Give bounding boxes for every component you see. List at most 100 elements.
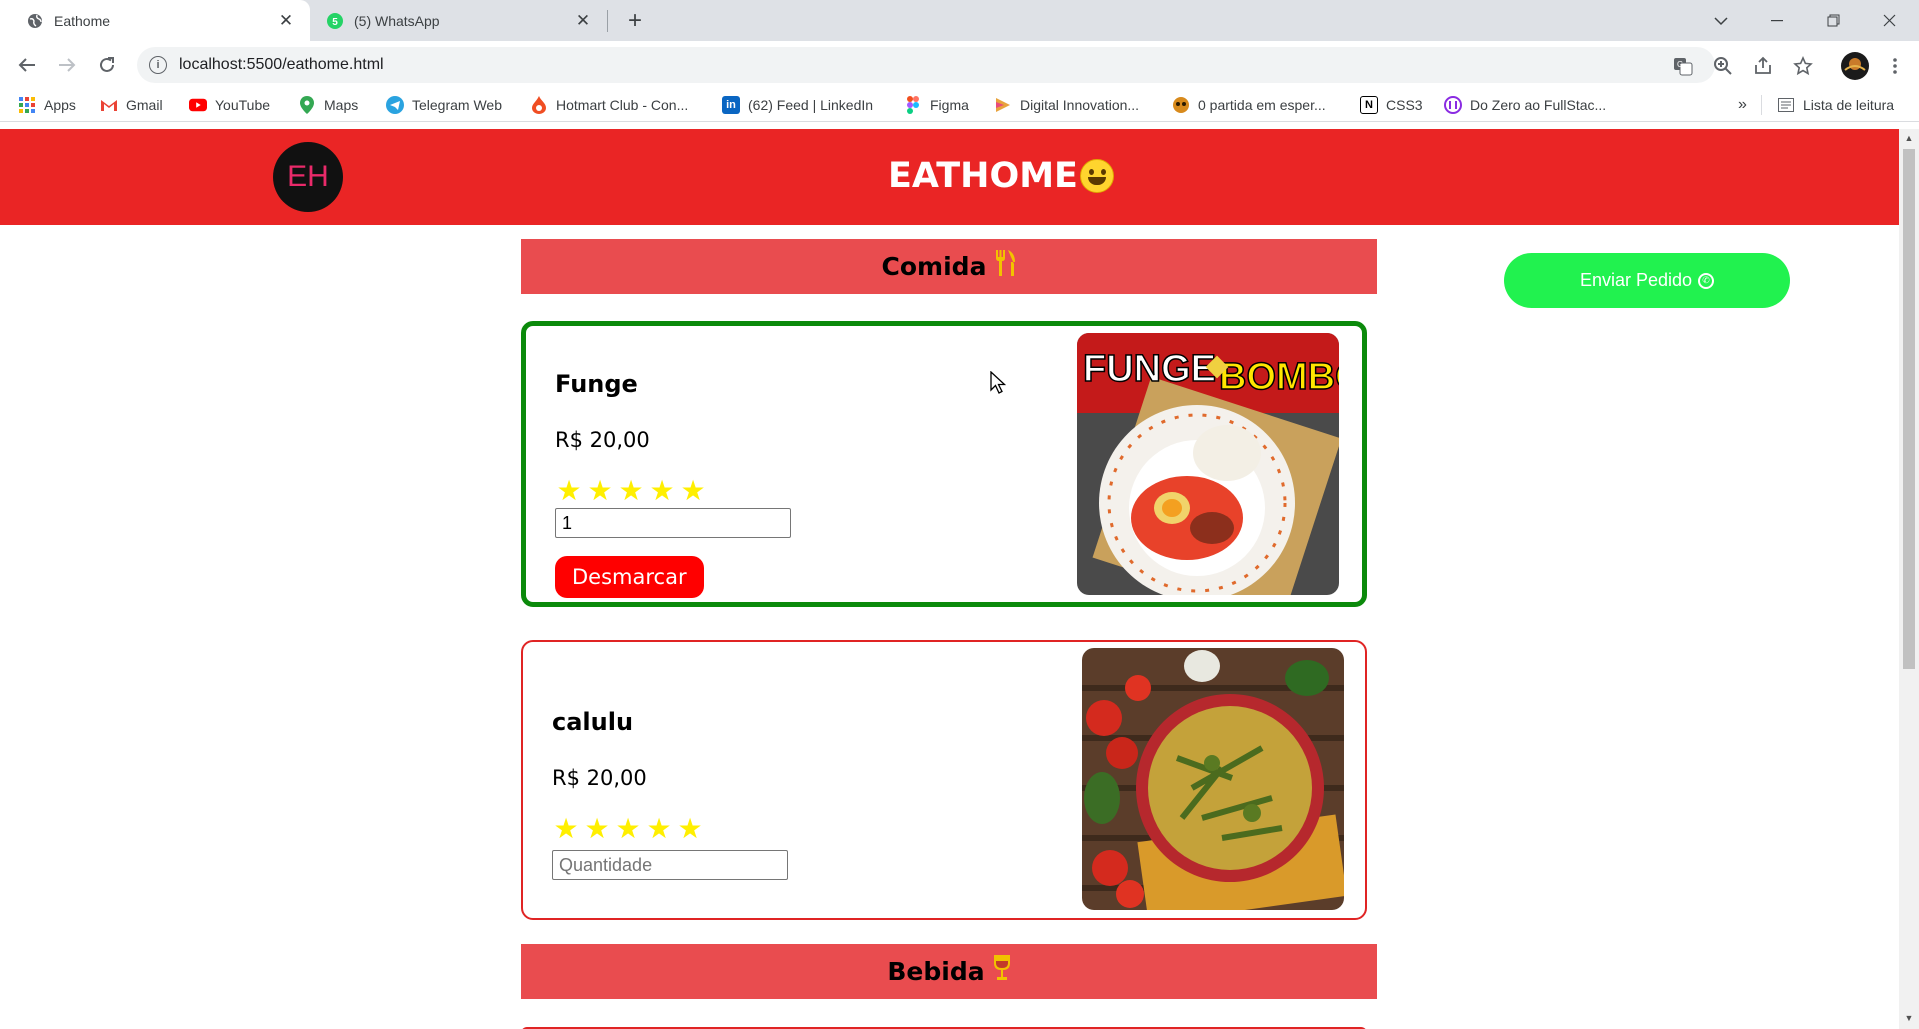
linkedin-icon: in — [722, 96, 740, 114]
item-price: R$ 20,00 — [555, 428, 650, 452]
star-icon[interactable]: ★ — [556, 477, 582, 505]
menu-item-card[interactable]: Funge R$ 20,00 ★ ★ ★ ★ ★ Desmarcar — [521, 321, 1367, 607]
bookmark-figma[interactable]: Figma — [904, 89, 969, 121]
quantity-input[interactable] — [555, 508, 791, 538]
send-order-label: Enviar Pedido — [1579, 270, 1693, 290]
profile-avatar[interactable] — [1840, 51, 1870, 81]
bookmark-label: Maps — [324, 97, 359, 113]
bookmark-css3[interactable]: N CSS3 — [1360, 89, 1423, 121]
tab-title: Eathome — [54, 12, 111, 29]
item-name: Funge — [555, 370, 638, 398]
close-tab-icon[interactable]: ✕ — [573, 11, 593, 31]
bookmark-maps[interactable]: Maps — [298, 89, 358, 121]
bookmark-label: Telegram Web — [412, 97, 503, 113]
course-icon — [1444, 96, 1462, 114]
star-icon[interactable]: ★ — [553, 815, 579, 843]
bookmark-hotmart[interactable]: Hotmart Club - Con... — [530, 89, 688, 121]
bookmark-gmail[interactable]: Gmail — [100, 89, 163, 121]
translate-icon[interactable]: G — [1672, 55, 1694, 77]
reload-icon[interactable] — [92, 50, 122, 80]
reading-list[interactable]: Lista de leitura — [1777, 89, 1894, 121]
mouse-cursor-icon — [990, 370, 1007, 400]
bookmark-label: (62) Feed | LinkedIn — [748, 97, 874, 113]
hotmart-flame-icon — [530, 96, 548, 114]
bookmark-label: Do Zero ao FullStac... — [1470, 97, 1607, 113]
scrollbar-thumb[interactable] — [1903, 149, 1915, 669]
reading-list-label: Lista de leitura — [1803, 97, 1895, 113]
close-tab-icon[interactable]: ✕ — [276, 11, 296, 31]
calulu-food-photo — [1082, 648, 1344, 910]
restore-icon[interactable] — [1805, 0, 1861, 41]
svg-text:5: 5 — [332, 17, 338, 28]
back-arrow-icon[interactable] — [12, 50, 42, 80]
bookmark-youtube[interactable]: YouTube — [189, 89, 270, 121]
section-title: Bebida — [887, 957, 985, 986]
tab-title: (5) WhatsApp — [354, 12, 440, 29]
more-bookmarks-chevron-icon[interactable]: » — [1738, 89, 1747, 121]
bookmark-label: Digital Innovation... — [1020, 97, 1140, 113]
funge-food-photo: FUNGE BOMBÓ — [1077, 333, 1339, 595]
address-bar[interactable]: i localhost:5500/eathome.html — [137, 47, 1715, 83]
tab-search-chevron-icon[interactable] — [1693, 0, 1749, 41]
site-logo[interactable]: EH — [273, 142, 343, 212]
star-icon[interactable]: ★ — [615, 815, 641, 843]
bookmark-label: Gmail — [126, 97, 163, 113]
kebab-menu-icon[interactable] — [1884, 55, 1906, 77]
send-order-button[interactable]: Enviar Pedido ✆ — [1504, 253, 1790, 308]
bookmark-linkedin[interactable]: in (62) Feed | LinkedIn — [722, 89, 873, 121]
globe-icon — [26, 12, 44, 30]
site-info-icon[interactable]: i — [149, 56, 167, 74]
new-tab-plus-icon[interactable]: + — [622, 7, 648, 34]
page-viewport: EH EATHOME Comida Enviar Pedido ✆ Funge … — [0, 129, 1899, 1029]
star-icon[interactable]: ★ — [677, 815, 703, 843]
page-scrollbar[interactable]: ▲ ▼ — [1899, 129, 1919, 1029]
smiley-icon — [1079, 159, 1114, 193]
section-drink-header: Bebida — [521, 944, 1377, 999]
dio-icon — [994, 96, 1012, 114]
bookmark-label: Figma — [930, 97, 969, 113]
star-icon[interactable]: ★ — [584, 815, 610, 843]
share-icon[interactable] — [1752, 55, 1774, 77]
bookmark-label: YouTube — [215, 97, 271, 113]
bookmark-dio[interactable]: Digital Innovation... — [994, 89, 1139, 121]
star-icon[interactable]: ★ — [649, 477, 675, 505]
bookmark-label: Hotmart Club - Con... — [556, 97, 689, 113]
star-icon[interactable]: ★ — [680, 477, 706, 505]
svg-text:FUNGE: FUNGE — [1083, 348, 1216, 390]
rating-stars[interactable]: ★ ★ ★ ★ ★ — [553, 815, 703, 843]
scroll-up-arrow-icon[interactable]: ▲ — [1904, 133, 1914, 143]
bookmark-fullstack[interactable]: Do Zero ao FullStac... — [1444, 89, 1606, 121]
telegram-icon — [386, 96, 404, 114]
whatsapp-icon: 5 — [326, 12, 344, 30]
minimize-icon[interactable] — [1749, 0, 1805, 41]
apps-grid-icon — [18, 96, 36, 114]
unmark-button[interactable]: Desmarcar — [555, 556, 704, 598]
site-title: EATHOME — [888, 156, 1114, 196]
scroll-down-arrow-icon[interactable]: ▼ — [1904, 1013, 1914, 1023]
tab-separator — [607, 10, 608, 32]
zoom-icon[interactable] — [1712, 55, 1734, 77]
wine-glass-icon — [993, 955, 1011, 988]
site-title-text: EATHOME — [888, 156, 1078, 196]
svg-text:BOMBÓ: BOMBÓ — [1219, 354, 1339, 398]
bookmark-label: CSS3 — [1386, 97, 1423, 113]
menu-item-card[interactable]: calulu R$ 20,00 ★ ★ ★ ★ ★ — [521, 640, 1367, 920]
rating-stars[interactable]: ★ ★ ★ ★ ★ — [556, 477, 706, 505]
star-icon[interactable]: ★ — [646, 815, 672, 843]
maps-pin-icon — [298, 96, 316, 114]
bookmark-apps[interactable]: Apps — [18, 89, 76, 121]
quantity-input[interactable] — [552, 850, 788, 880]
forward-arrow-icon[interactable] — [52, 50, 82, 80]
star-icon[interactable]: ★ — [618, 477, 644, 505]
star-icon[interactable]: ★ — [587, 477, 613, 505]
tab-whatsapp[interactable]: 5 (5) WhatsApp ✕ — [310, 0, 607, 41]
bookmark-star-icon[interactable] — [1792, 55, 1814, 77]
bookmarks-bar: Apps Gmail YouTube Maps Telegram Web Hot… — [0, 89, 1919, 122]
bookmarks-divider — [1761, 95, 1762, 115]
tab-eathome[interactable]: Eathome ✕ — [0, 0, 310, 41]
close-window-icon[interactable] — [1861, 0, 1917, 41]
address-url: localhost:5500/eathome.html — [179, 56, 384, 73]
bookmark-game[interactable]: 0 partida em esper... — [1172, 89, 1326, 121]
youtube-icon — [189, 96, 207, 114]
bookmark-telegram[interactable]: Telegram Web — [386, 89, 502, 121]
